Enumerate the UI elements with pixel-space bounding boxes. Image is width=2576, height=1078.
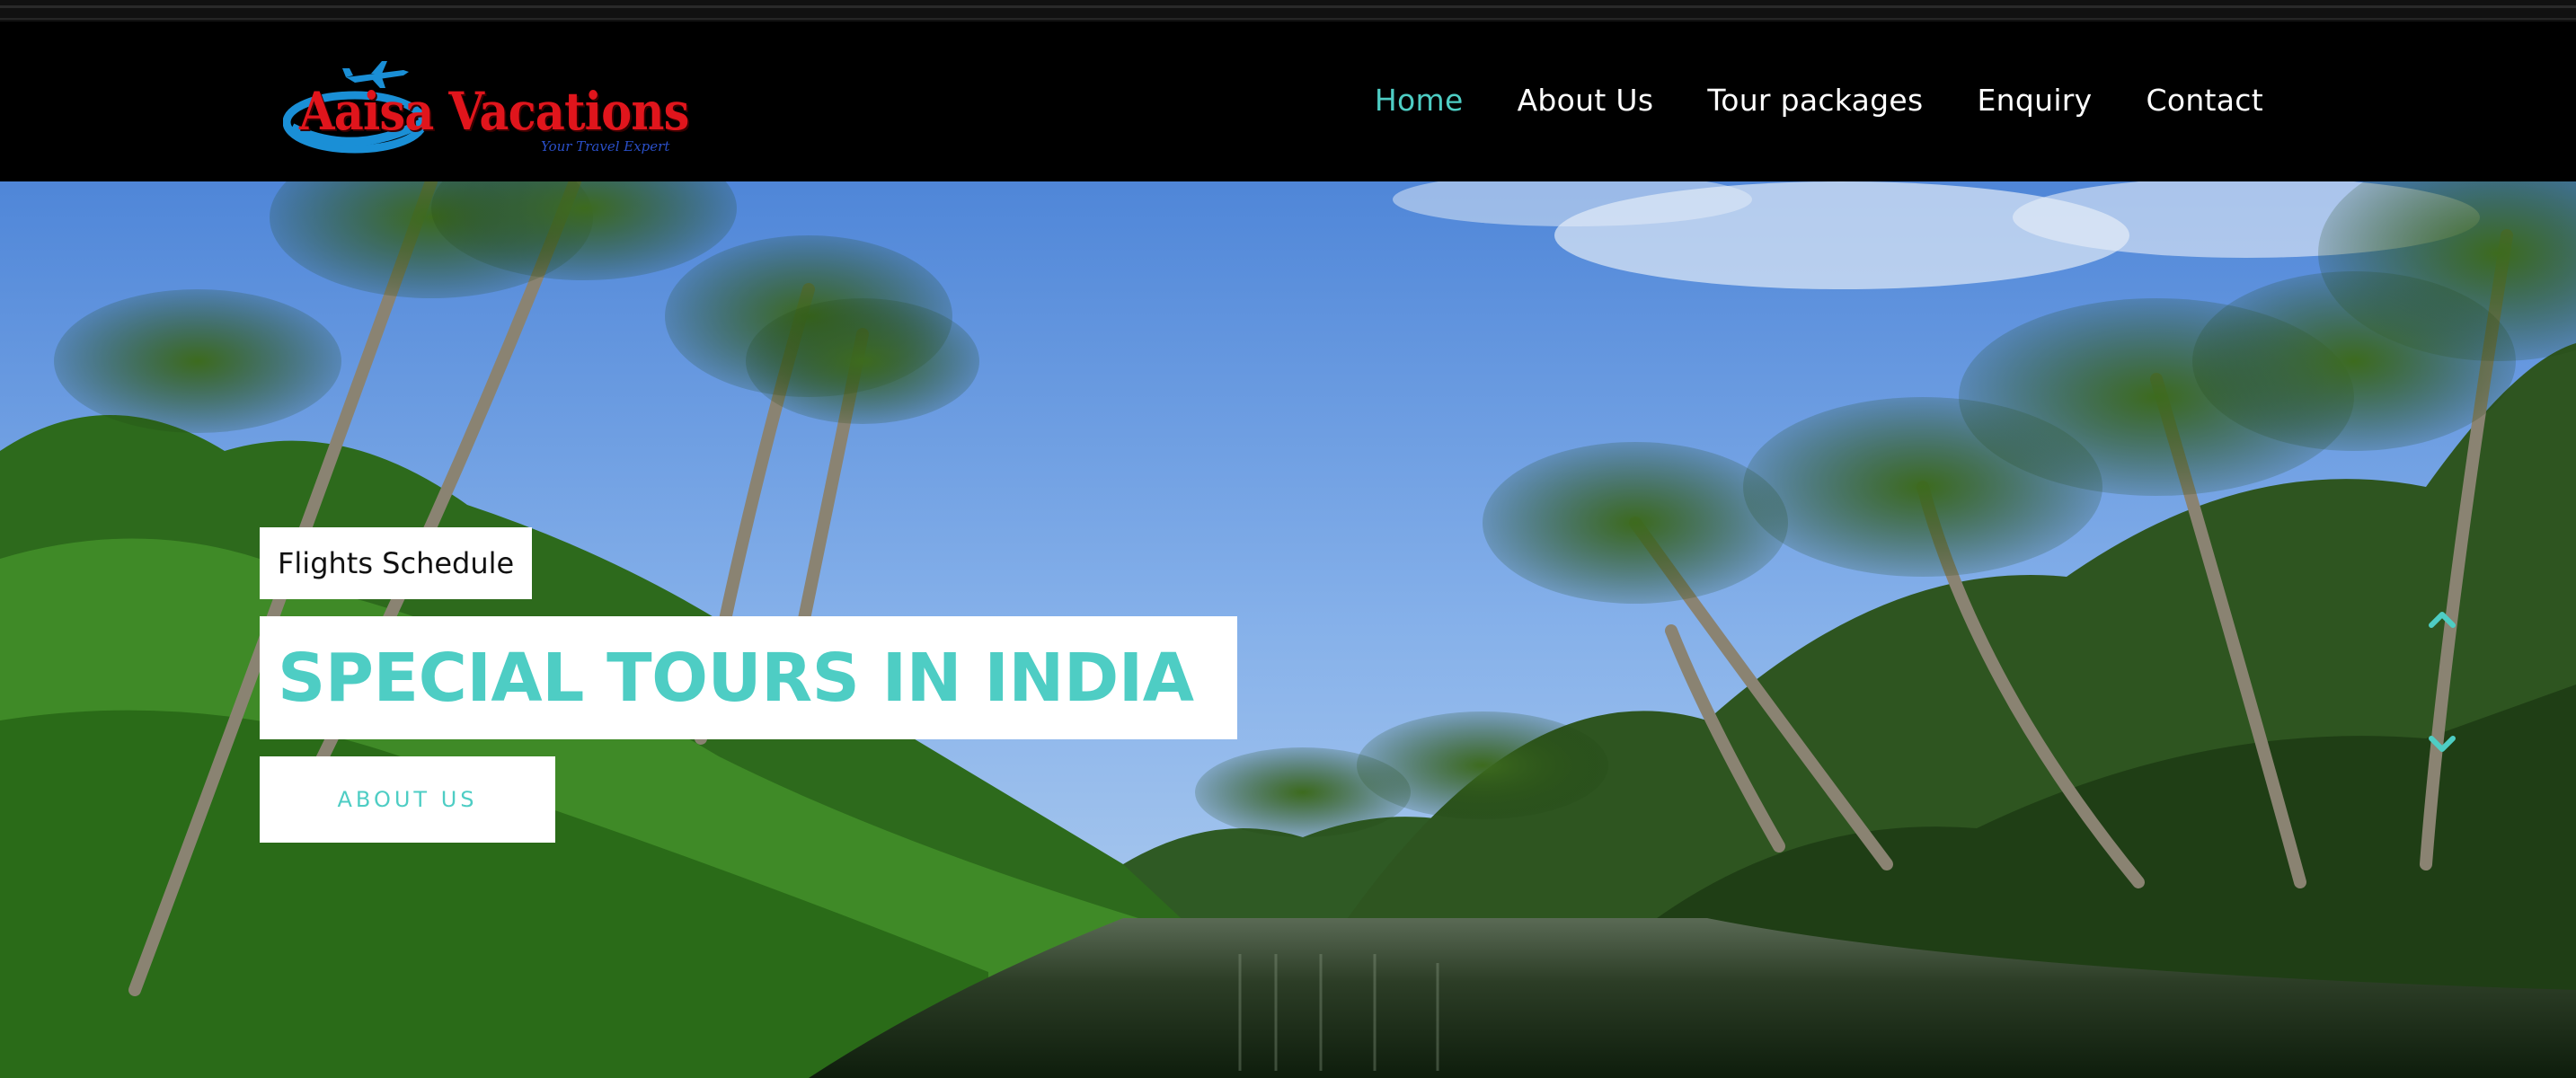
- top-strip-line: [0, 5, 2576, 8]
- top-strip-line: [0, 18, 2576, 20]
- slider-prev-button[interactable]: [2424, 605, 2460, 632]
- main-nav: Home About Us Tour packages Enquiry Cont…: [1321, 83, 2263, 118]
- top-strip: [0, 0, 2576, 22]
- hero-title: SPECIAL TOURS IN INDIA: [260, 616, 1237, 739]
- about-us-button[interactable]: ABOUT US: [260, 756, 555, 843]
- nav-tour-packages[interactable]: Tour packages: [1707, 83, 1923, 118]
- nav-about-us[interactable]: About Us: [1518, 83, 1654, 118]
- nav-home[interactable]: Home: [1375, 83, 1464, 118]
- nav-enquiry[interactable]: Enquiry: [1978, 83, 2093, 118]
- hero-badge: Flights Schedule: [260, 527, 533, 599]
- brand-tagline: Your Travel Expert: [541, 138, 670, 155]
- nav-contact[interactable]: Contact: [2147, 83, 2264, 118]
- brand-name: Aaisa Vacations: [299, 81, 689, 142]
- slider-next-button[interactable]: [2424, 731, 2460, 758]
- brand-logo[interactable]: Aaisa Vacations Your Travel Expert: [283, 56, 689, 163]
- chevron-down-icon: [2429, 736, 2456, 752]
- site-header: Aaisa Vacations Your Travel Expert Home …: [0, 22, 2576, 181]
- hero-slider: Flights Schedule SPECIAL TOURS IN INDIA …: [0, 181, 2576, 1078]
- chevron-up-icon: [2429, 612, 2456, 628]
